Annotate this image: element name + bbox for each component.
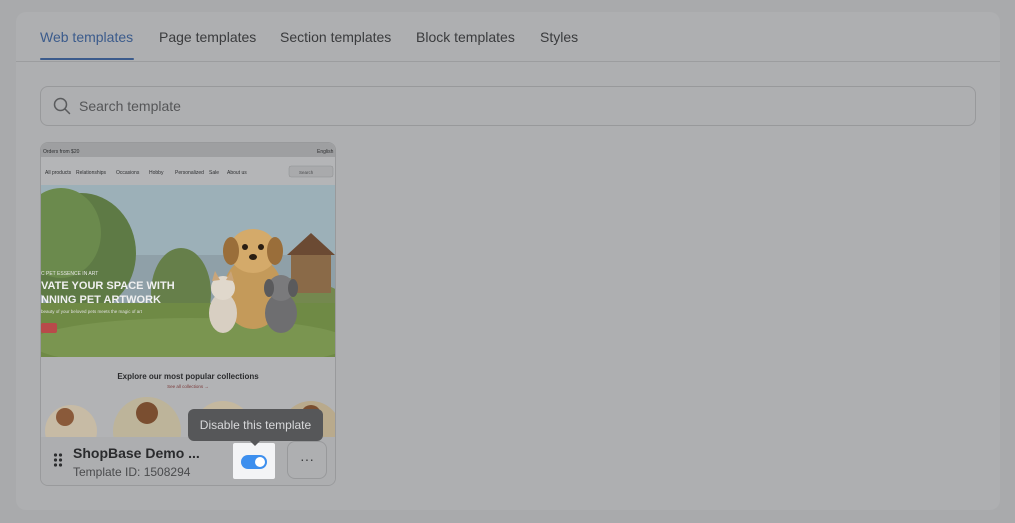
- template-preview-image[interactable]: Orders from $20 English All products Rel…: [41, 143, 335, 437]
- template-id: Template ID: 1508294: [73, 465, 191, 479]
- tab-styles[interactable]: Styles: [540, 29, 578, 45]
- preview-search: Search: [299, 170, 314, 175]
- preview-collections-link: See all collections →: [167, 384, 209, 389]
- search-box: [40, 86, 976, 126]
- enable-toggle-highlight: [233, 443, 275, 479]
- templates-panel: Web templates Page templates Section tem…: [16, 12, 1000, 510]
- template-name: ShopBase Demo ...: [73, 445, 200, 461]
- active-tab-indicator: [40, 58, 134, 60]
- toggle-tooltip: Disable this template: [188, 409, 323, 441]
- tab-section-templates[interactable]: Section templates: [280, 29, 391, 45]
- preview-illustration: Orders from $20 English All products Rel…: [41, 143, 335, 437]
- preview-nav-3: Hobby: [149, 170, 164, 176]
- tab-web-templates[interactable]: Web templates: [40, 29, 133, 45]
- tab-block-templates[interactable]: Block templates: [416, 29, 515, 45]
- preview-nav-5: Sale: [209, 170, 219, 176]
- preview-nav-6: About us: [227, 170, 247, 176]
- preview-nav-2: Occasions: [116, 170, 140, 176]
- preview-language: English: [317, 149, 334, 155]
- preview-nav-0: All products: [45, 170, 72, 176]
- enable-template-toggle[interactable]: [241, 455, 267, 469]
- more-options-button[interactable]: ···: [287, 441, 327, 479]
- preview-nav-1: Relationships: [76, 170, 107, 176]
- search-input[interactable]: [79, 87, 959, 125]
- preview-hero-kicker: C PET ESSENCE IN ART: [41, 271, 98, 277]
- preview-hero-line2: NNING PET ARTWORK: [41, 294, 161, 306]
- toggle-knob: [255, 457, 265, 467]
- tooltip-arrow: [249, 440, 261, 446]
- preview-collections-title: Explore our most popular collections: [117, 372, 259, 381]
- preview-hero-sub: beauty of your beloved pets meets the ma…: [41, 309, 143, 314]
- template-tabs: Web templates Page templates Section tem…: [16, 12, 1000, 62]
- search-icon: [53, 97, 71, 115]
- template-card-footer: ShopBase Demo ... Template ID: 1508294 ·…: [41, 437, 335, 485]
- preview-nav-4: Personalized: [175, 170, 204, 176]
- tab-page-templates[interactable]: Page templates: [159, 29, 256, 45]
- preview-hero-line1: VATE YOUR SPACE WITH: [41, 280, 175, 292]
- preview-announcement: Orders from $20: [43, 149, 80, 155]
- drag-handle-icon[interactable]: [53, 453, 63, 467]
